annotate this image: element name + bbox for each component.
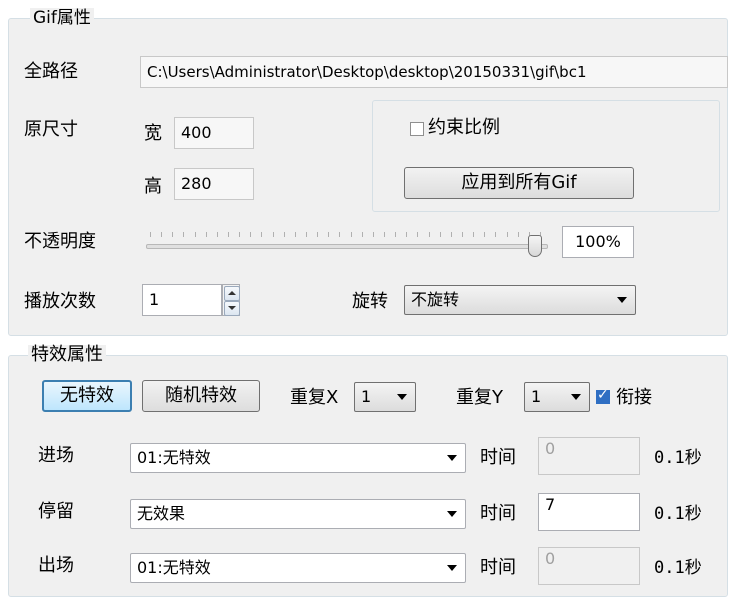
- time-unit-label: 0.1秒: [654, 558, 702, 578]
- enter-effect-value: 01:无特效: [137, 448, 211, 467]
- join-label: 衔接: [616, 387, 652, 408]
- stay-effect-select[interactable]: 无效果: [130, 499, 466, 529]
- time-label: 时间: [480, 503, 516, 524]
- slider-tick: [406, 232, 408, 237]
- slider-tick: [272, 232, 274, 237]
- width-field[interactable]: 400: [174, 117, 254, 149]
- repeat-x-value: 1: [361, 387, 372, 406]
- time-label: 时间: [480, 447, 516, 468]
- exit-effect-value: 01:无特效: [137, 558, 211, 577]
- rotate-label: 旋转: [352, 291, 388, 312]
- slider-tick: [417, 232, 419, 237]
- exit-effect-select[interactable]: 01:无特效: [130, 553, 466, 583]
- height-label: 高: [144, 176, 162, 197]
- opacity-slider-track[interactable]: [146, 244, 548, 249]
- chevron-down-icon: [397, 394, 407, 400]
- exit-time-field[interactable]: 0: [538, 547, 640, 585]
- slider-tick: [283, 232, 285, 237]
- enter-effect-select[interactable]: 01:无特效: [130, 443, 466, 473]
- slider-tick: [395, 232, 397, 237]
- slider-tick: [506, 232, 508, 237]
- slider-tick: [150, 232, 151, 237]
- height-field[interactable]: 280: [174, 168, 254, 200]
- rotate-select-value: 不旋转: [411, 290, 460, 309]
- play-count-field[interactable]: 1: [142, 284, 222, 316]
- slider-tick: [350, 232, 352, 237]
- slider-tick: [361, 232, 363, 237]
- slider-tick: [462, 232, 463, 237]
- slider-tick: [294, 232, 296, 237]
- slider-tick: [228, 232, 229, 237]
- time-label: 时间: [480, 557, 516, 578]
- slider-tick: [161, 232, 163, 237]
- repeat-y-value: 1: [531, 387, 542, 406]
- slider-tick: [372, 232, 374, 237]
- effect-row-label: 出场: [38, 555, 74, 576]
- enter-time-field[interactable]: 0: [538, 437, 640, 475]
- opacity-slider-thumb[interactable]: [528, 235, 542, 257]
- join-checkbox[interactable]: [596, 387, 610, 404]
- slider-tick: [339, 232, 341, 237]
- original-size-label: 原尺寸: [24, 119, 78, 140]
- spin-down-icon[interactable]: [224, 301, 240, 316]
- repeat-x-label: 重复X: [290, 387, 339, 408]
- slider-tick: [473, 232, 475, 237]
- slider-tick: [216, 232, 218, 237]
- width-label: 宽: [144, 123, 162, 144]
- slider-tick: [484, 232, 486, 237]
- slider-tick: [328, 232, 330, 237]
- random-effect-button[interactable]: 随机特效: [142, 380, 260, 412]
- slider-tick: [495, 232, 497, 237]
- slider-tick: [450, 232, 452, 237]
- chevron-down-icon: [447, 511, 457, 517]
- slider-tick: [384, 232, 385, 237]
- path-field[interactable]: C:\Users\Administrator\Desktop\desktop\2…: [140, 56, 728, 88]
- spin-up-icon[interactable]: [224, 286, 240, 301]
- play-count-spinner[interactable]: [222, 284, 240, 316]
- chevron-down-icon: [617, 297, 627, 303]
- repeat-x-select[interactable]: 1: [354, 382, 416, 412]
- slider-tick: [428, 232, 430, 237]
- slider-tick: [239, 232, 241, 237]
- apply-all-gif-button[interactable]: 应用到所有Gif: [404, 167, 634, 199]
- no-effect-button[interactable]: 无特效: [42, 380, 132, 412]
- slider-tick: [194, 232, 196, 237]
- constrain-ratio-checkbox[interactable]: [410, 122, 424, 136]
- opacity-label: 不透明度: [24, 231, 96, 252]
- chevron-down-icon: [447, 565, 457, 571]
- slider-tick: [317, 232, 319, 237]
- gif-properties-title: Gif属性: [30, 8, 94, 28]
- slider-tick: [205, 232, 207, 237]
- slider-tick: [250, 232, 252, 237]
- stay-time-field[interactable]: 7: [538, 493, 640, 531]
- stay-effect-value: 无效果: [137, 504, 186, 523]
- slider-tick: [306, 232, 307, 237]
- effect-row-label: 停留: [38, 501, 74, 522]
- opacity-value-field[interactable]: 100%: [562, 226, 634, 258]
- play-count-label: 播放次数: [24, 291, 96, 312]
- repeat-y-label: 重复Y: [456, 387, 503, 408]
- chevron-down-icon: [571, 394, 581, 400]
- time-unit-label: 0.1秒: [654, 448, 702, 468]
- path-label: 全路径: [24, 61, 78, 82]
- repeat-y-select[interactable]: 1: [524, 382, 590, 412]
- effect-properties-title: 特效属性: [28, 345, 106, 365]
- slider-tick: [183, 232, 185, 237]
- effect-row-label: 进场: [38, 445, 74, 466]
- slider-tick: [517, 232, 519, 237]
- time-unit-label: 0.1秒: [654, 504, 702, 524]
- chevron-down-icon: [447, 455, 457, 461]
- rotate-select[interactable]: 不旋转: [404, 285, 636, 315]
- slider-tick: [439, 232, 441, 237]
- constrain-ratio-label: 约束比例: [428, 117, 500, 138]
- slider-tick: [261, 232, 263, 237]
- slider-tick: [172, 232, 174, 237]
